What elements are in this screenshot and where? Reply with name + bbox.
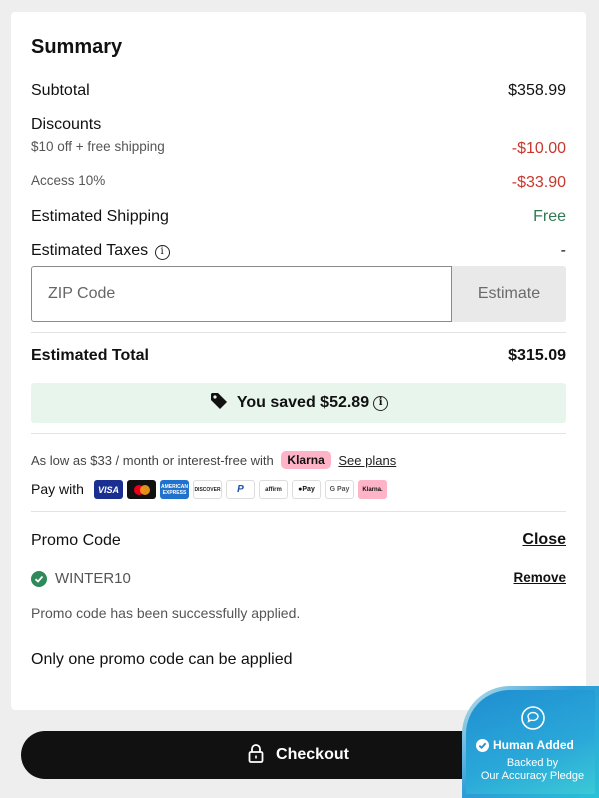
- discount-access-value: -$33.90: [511, 174, 566, 191]
- divider: [31, 332, 566, 333]
- remove-promo-link[interactable]: Remove: [513, 570, 566, 585]
- shipping-value: Free: [533, 208, 566, 225]
- divider: [31, 433, 566, 434]
- google-pay-icon: G Pay: [325, 480, 354, 499]
- visa-icon: VISA: [94, 480, 123, 499]
- discount-access-label: Access 10%: [31, 173, 106, 188]
- summary-title: Summary: [31, 36, 123, 58]
- badge-line-2: Our Accuracy Pledge: [480, 770, 585, 782]
- applied-promo-row: WINTER10: [31, 570, 131, 587]
- taxes-value: -: [560, 242, 566, 259]
- amex-icon: AMERICAN EXPRESS: [160, 480, 189, 499]
- estimate-button[interactable]: Estimate: [452, 266, 566, 322]
- taxes-row: Estimated Taxes i: [31, 242, 170, 260]
- mastercard-icon: [127, 480, 156, 499]
- tag-icon: [209, 391, 229, 416]
- subtotal-value: $358.99: [508, 82, 566, 99]
- promo-code-label: Promo Code: [31, 532, 121, 549]
- affirm-icon: affirm: [259, 480, 288, 499]
- saved-text: You saved $52.89: [236, 394, 370, 411]
- lock-icon: [248, 743, 264, 768]
- chat-bubble-icon: [521, 706, 545, 735]
- human-added-title-row: Human Added: [476, 738, 574, 752]
- paypal-icon: P: [226, 480, 255, 499]
- subtotal-label: Subtotal: [31, 82, 90, 99]
- checkout-label: Checkout: [276, 746, 349, 763]
- pay-with-label: Pay with: [31, 481, 84, 497]
- promo-note: Only one promo code can be applied: [31, 651, 293, 668]
- human-added-title: Human Added: [493, 738, 574, 752]
- discount-free-shipping-label: $10 off + free shipping: [31, 139, 165, 154]
- summary-card: Summary Subtotal $358.99 Discounts $10 o…: [11, 12, 586, 710]
- taxes-label: Estimated Taxes: [31, 242, 149, 259]
- badge-inner: Human Added Backed by Our Accuracy Pledg…: [466, 690, 595, 794]
- financing-row: As low as $33 / month or interest-free w…: [31, 451, 396, 469]
- financing-text: As low as $33 / month or interest-free w…: [31, 453, 274, 468]
- info-icon[interactable]: i: [154, 245, 170, 260]
- promo-success-message: Promo code has been successfully applied…: [31, 605, 301, 621]
- promo-code-value: WINTER10: [55, 570, 131, 587]
- info-icon[interactable]: i: [373, 395, 389, 411]
- shipping-label: Estimated Shipping: [31, 208, 169, 225]
- check-circle-icon: [31, 570, 47, 587]
- divider: [31, 511, 566, 512]
- see-plans-link[interactable]: See plans: [338, 453, 396, 468]
- total-label: Estimated Total: [31, 347, 149, 364]
- verified-check-icon: [476, 738, 489, 752]
- apple-pay-icon: ●Pay: [292, 480, 321, 499]
- promo-close-link[interactable]: Close: [522, 531, 566, 549]
- badge-line-1: Backed by: [506, 757, 559, 769]
- zip-code-input[interactable]: [31, 266, 452, 322]
- discounts-label: Discounts: [31, 116, 102, 133]
- klarna-logo: Klarna: [281, 451, 331, 469]
- discover-icon: DISCOVER: [193, 480, 222, 499]
- discount-free-shipping-value: -$10.00: [511, 140, 566, 157]
- human-added-badge[interactable]: Human Added Backed by Our Accuracy Pledg…: [462, 686, 599, 798]
- savings-banner: You saved $52.89 i: [31, 383, 566, 423]
- total-value: $315.09: [508, 347, 566, 364]
- klarna-icon: Klarna.: [358, 480, 387, 499]
